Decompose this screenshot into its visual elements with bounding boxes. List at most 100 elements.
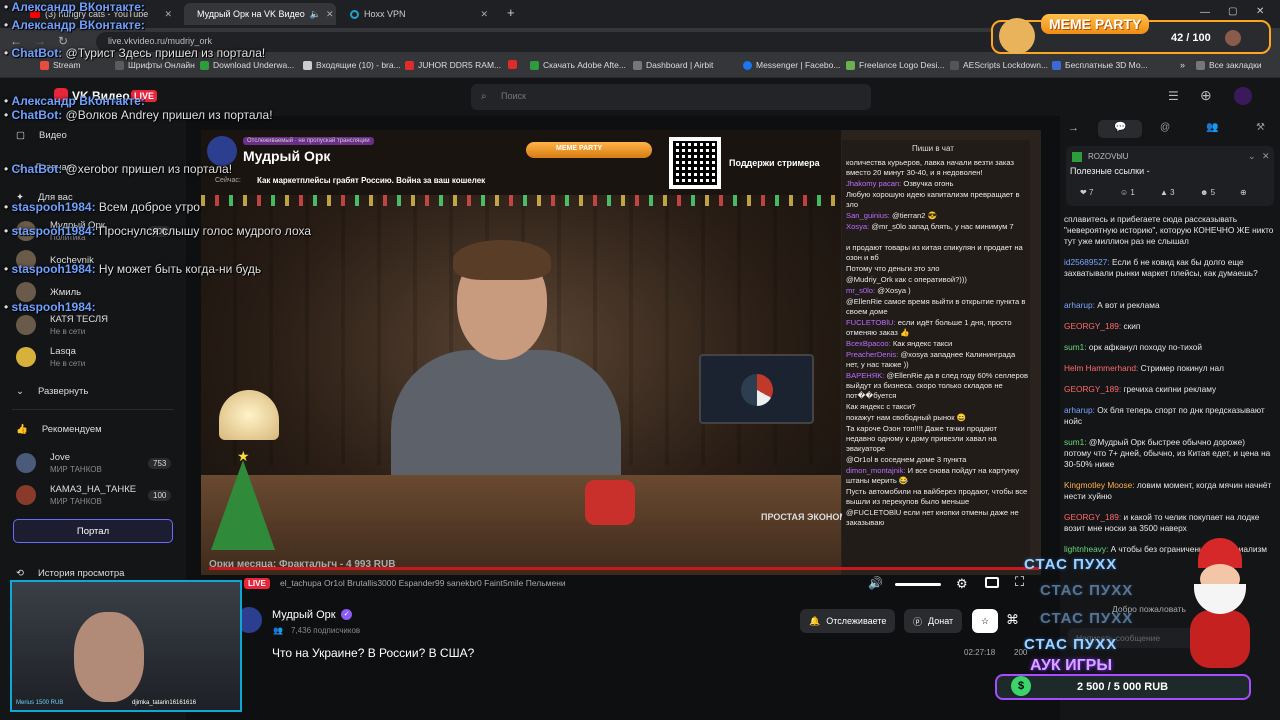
- sidebar-expand[interactable]: ⌄ Развернуть: [16, 386, 88, 397]
- reload-icon[interactable]: ↻: [58, 34, 68, 48]
- bookmark-fonts[interactable]: Шрифты Онлайн: [115, 60, 195, 70]
- chat-nick[interactable]: San_guinius:: [846, 211, 890, 220]
- chat-nick[interactable]: lightnheavy:: [1064, 544, 1108, 554]
- chat-nick[interactable]: BAPEНЯK:: [846, 371, 884, 380]
- reaction-face[interactable]: ☻ 5: [1200, 188, 1215, 197]
- list-icon[interactable]: ☰: [1168, 89, 1179, 103]
- chat-nick[interactable]: GEORGY_189:: [1064, 512, 1121, 522]
- vk-video-logo[interactable]: VK Видео: [72, 89, 130, 103]
- bookmark-airbit[interactable]: Dashboard | Airbit: [633, 60, 713, 70]
- progress-bar[interactable]: [209, 567, 1039, 570]
- chat-nick[interactable]: arharup:: [1064, 405, 1095, 415]
- chat-nick[interactable]: arharup:: [1064, 300, 1095, 310]
- stream-player[interactable]: ★ ПРОСТАЯ ЭКОНОМИКА Отслеживаемый · не п…: [201, 130, 1041, 575]
- reaction-heart[interactable]: ❤ 7: [1080, 188, 1093, 197]
- chat-nick[interactable]: Kingmotley Moose:: [1064, 480, 1135, 490]
- bookmarks-overflow[interactable]: »: [1180, 60, 1185, 70]
- sidebar-sub-katya[interactable]: КАТЯ ТЕСЛЯ Не в сети: [16, 314, 108, 336]
- tab-hoxx[interactable]: Hoxx VPN ✕: [342, 3, 496, 25]
- chat-nick[interactable]: mr_s0lo:: [846, 286, 875, 295]
- sidebar-item-for-you[interactable]: ✦ Для вас: [16, 192, 73, 203]
- chat-message: mr_s0lo: @Xosya ): [846, 286, 1028, 296]
- sidebar-sub-mudriy[interactable]: Мудрый Орк Политика: [16, 220, 105, 242]
- search-input[interactable]: Поиск: [471, 84, 871, 110]
- tab-youtube[interactable]: (3) hungry cats - YouTube ✕: [22, 3, 180, 25]
- vk-video-logo-icon[interactable]: [54, 88, 68, 102]
- close-icon[interactable]: ✕: [480, 9, 488, 20]
- sidebar-item-video[interactable]: ▢ Видео: [16, 130, 67, 141]
- tools-icon[interactable]: ⚒: [1256, 122, 1265, 133]
- bookmark-3d[interactable]: Бесплатные 3D Мо...: [1052, 60, 1148, 70]
- bookmark-icon: [633, 60, 642, 70]
- users-icon[interactable]: 👥: [1206, 122, 1218, 133]
- speaker-icon[interactable]: 🔈: [310, 9, 321, 20]
- gift-icon[interactable]: ⌘: [1006, 612, 1019, 628]
- chat-nick[interactable]: FUCLETOBlU:: [846, 318, 896, 327]
- chat-message: PreacherDenis: @xosya западнее Калинингр…: [846, 350, 1028, 370]
- bookmark-inbox[interactable]: Входящие (10) - bra...: [303, 60, 401, 70]
- sidebar-item-history[interactable]: ⟲ История просмотра: [16, 568, 124, 579]
- thumbs-up-icon: 👍: [16, 424, 28, 435]
- reaction-fire[interactable]: ▲ 3: [1160, 188, 1175, 197]
- chat-nick[interactable]: id25689527:: [1064, 257, 1110, 267]
- tab-vk-video[interactable]: Мудрый Орк на VK Видео 🔈 ✕: [184, 3, 336, 25]
- sidebar-rec-kamaz[interactable]: КАМАЗ_НА_ТАНКЕ МИР ТАНКОВ: [16, 484, 136, 506]
- sidebar-sub-lasqa[interactable]: Lasqa Не в сети: [16, 346, 85, 368]
- chat-text: Та карочe Озон топ!!!! Даже тачки продаю…: [846, 424, 997, 453]
- sidebar-rec-jove[interactable]: Jove МИР ТАНКОВ: [16, 452, 102, 474]
- minimize-button[interactable]: —: [1200, 7, 1210, 18]
- back-icon[interactable]: ←: [10, 34, 22, 48]
- chat-nick[interactable]: Helm Hammerhand:: [1064, 363, 1138, 373]
- bookmark-aescripts[interactable]: AEScripts Lockdown...: [950, 60, 1048, 70]
- theater-icon[interactable]: [985, 577, 999, 588]
- chat-nick[interactable]: sum1:: [1064, 437, 1087, 447]
- portal-button[interactable]: Портал: [13, 519, 173, 543]
- forward-icon[interactable]: →: [34, 34, 46, 48]
- collapse-chat-icon[interactable]: →: [1068, 122, 1079, 134]
- fullscreen-icon[interactable]: ⛶: [1015, 574, 1024, 590]
- close-icon[interactable]: ✕: [164, 9, 172, 20]
- favorite-button[interactable]: ☆: [972, 609, 999, 633]
- chat-nick[interactable]: Xosya:: [846, 222, 869, 231]
- chat-nick[interactable]: BcexBpacoo:: [846, 339, 891, 348]
- reaction-smile[interactable]: ☺ 1: [1120, 188, 1135, 197]
- bookmark-youtube[interactable]: [508, 60, 521, 69]
- avatar[interactable]: [1234, 87, 1252, 105]
- maximize-button[interactable]: ▢: [1228, 6, 1237, 17]
- new-tab-button[interactable]: +: [507, 5, 515, 20]
- follow-button[interactable]: 🔔 Отслеживаете: [800, 609, 896, 633]
- bookmark-icon: [530, 60, 539, 70]
- chat-message: BAPEНЯK: @EllenRie да в след году 60% се…: [846, 371, 1028, 401]
- bookmark-messenger[interactable]: Messenger | Facebo...: [743, 60, 840, 70]
- bookmark-download[interactable]: Download Underwa...: [200, 60, 294, 70]
- close-icon[interactable]: ✕: [1262, 151, 1270, 162]
- window-close-button[interactable]: ✕: [1256, 6, 1264, 17]
- mention-icon[interactable]: @: [1160, 122, 1170, 133]
- add-reaction-icon[interactable]: ⊕: [1240, 188, 1247, 197]
- volume-slider[interactable]: [895, 583, 941, 586]
- chat-nick[interactable]: dimon_montajnik:: [846, 466, 906, 475]
- bookmark-juhor[interactable]: JUHOR DDR5 RAM...: [405, 60, 501, 70]
- bookmark-all[interactable]: Все закладки: [1196, 60, 1262, 70]
- settings-icon[interactable]: ⚙: [956, 576, 968, 592]
- add-icon[interactable]: ⊕: [1200, 87, 1212, 104]
- bookmark-adobe[interactable]: Скачать Adobe Afte...: [530, 60, 626, 70]
- chat-nick[interactable]: sum1:: [1064, 342, 1087, 352]
- chevron-down-icon[interactable]: ⌄: [1248, 151, 1256, 162]
- chat-nick[interactable]: GEORGY_189:: [1064, 384, 1121, 394]
- channel-name[interactable]: Мудрый Орк: [272, 609, 336, 621]
- streamer-logo: [207, 136, 237, 166]
- sidebar-item-recommend[interactable]: 👍 Рекомендуем: [16, 424, 102, 435]
- volume-icon[interactable]: 🔊: [868, 576, 883, 590]
- chat-nick[interactable]: Jhakomy pacan:: [846, 179, 901, 188]
- donate-button[interactable]: ⓟ Донат: [904, 609, 963, 633]
- sidebar-sub-zhmil[interactable]: Жмиль: [16, 282, 81, 302]
- url-field[interactable]: live.vkvideo.ru/mudriy_ork: [96, 32, 1136, 52]
- bookmark-freelance[interactable]: Freelance Logo Desi...: [846, 60, 945, 70]
- sidebar-sub-kochevnik[interactable]: Kochevnik: [16, 250, 94, 270]
- chat-nick[interactable]: GEORGY_189:: [1064, 321, 1121, 331]
- bookmark-stream[interactable]: Stream: [40, 60, 80, 70]
- close-icon[interactable]: ✕: [326, 9, 334, 20]
- chat-nick[interactable]: PreacherDenis:: [846, 350, 898, 359]
- sidebar-item-main[interactable]: ⌂ Главная: [16, 162, 72, 173]
